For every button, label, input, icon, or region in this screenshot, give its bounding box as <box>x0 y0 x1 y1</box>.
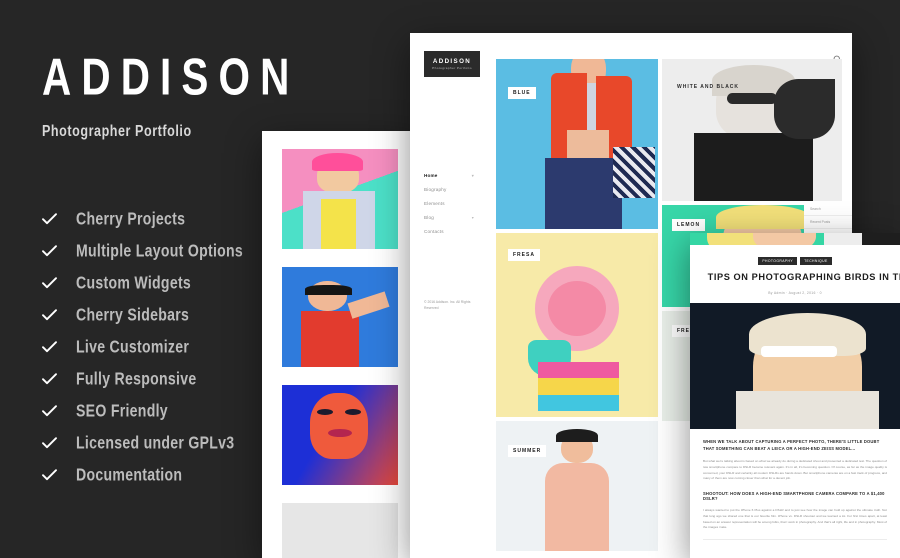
chevron-down-icon: ▾ <box>471 173 474 178</box>
feature-label: SEO Friendly <box>76 401 168 421</box>
blog-post-byline: By Admin · August 2, 2016 · 0 <box>768 290 822 295</box>
promo-banner: ADDISON Photographer Portfolio Cherry Pr… <box>0 0 900 558</box>
gallery-tag: FRESA <box>508 249 540 261</box>
promo-panel: ADDISON Photographer Portfolio Cherry Pr… <box>0 0 300 558</box>
category-badges: PHOTOGRAPHY TECHNIQUE <box>704 257 886 265</box>
divider <box>703 539 887 541</box>
portfolio-thumbnail[interactable] <box>282 149 398 249</box>
blog-subheading: SHOOTOUT: HOW DOES A HIGH-END SMARTPHONE… <box>703 491 885 502</box>
nav-item-biography[interactable]: Biography <box>424 187 474 192</box>
status-badge[interactable]: TECHNIQUE <box>800 257 832 265</box>
check-icon <box>42 245 64 257</box>
blog-lead-paragraph: WHEN WE TALK ABOUT CAPTURING A PERFECT P… <box>703 438 880 452</box>
gallery-tag: SUMMER <box>508 445 547 457</box>
feature-label: Licensed under GPLv3 <box>76 433 235 453</box>
widget-item[interactable]: Recent Posts <box>804 216 852 229</box>
check-icon <box>42 309 64 321</box>
page-subtitle: Photographer Portfolio <box>42 122 192 140</box>
check-icon <box>42 469 64 481</box>
feature-label: Multiple Layout Options <box>76 241 244 261</box>
blog-post-title: TIPS ON PHOTOGRAPHING BIRDS IN THE FLIGH… <box>707 272 900 283</box>
gallery-tag: WHITE AND BLACK <box>677 84 740 90</box>
nav-item-home[interactable]: Home ▾ <box>424 173 474 178</box>
widget-item[interactable]: Search <box>804 203 852 216</box>
gallery-tile[interactable]: WHITE AND BLACK <box>662 59 842 201</box>
nav-item-contacts[interactable]: Contacts <box>424 229 474 234</box>
blog-post-body: WHEN WE TALK ABOUT CAPTURING A PERFECT P… <box>690 429 900 541</box>
blog-paragraph: But what we're talking about is based on… <box>703 459 887 481</box>
feature-label: Live Customizer <box>76 337 190 357</box>
gallery-tile[interactable]: BLUE <box>496 59 658 229</box>
nav-item-blog[interactable]: Blog ▾ <box>424 215 474 220</box>
site-logo-tagline: Photographer Portfolio <box>432 66 472 70</box>
site-logo[interactable]: ADDISON Photographer Portfolio <box>424 51 480 77</box>
blog-header: PHOTOGRAPHY TECHNIQUE TIPS ON PHOTOGRAPH… <box>690 245 900 303</box>
blog-hero-strip <box>690 233 900 245</box>
blog-window-mockup[interactable]: PHOTOGRAPHY TECHNIQUE TIPS ON PHOTOGRAPH… <box>690 233 900 558</box>
feature-label: Fully Responsive <box>76 369 197 389</box>
feature-label: Documentation <box>76 465 183 485</box>
portfolio-thumbnail[interactable] <box>282 503 398 558</box>
chevron-down-icon: ▾ <box>471 215 474 220</box>
gallery-tag: LEMON <box>672 219 706 231</box>
check-icon <box>42 277 64 289</box>
blog-paragraph: I always wanted to put the iPhone 6 Plus… <box>703 508 887 530</box>
copyright-text: © 2016 Addison. Inc. All Rights Reserved <box>424 300 471 311</box>
portfolio-thumbnail[interactable] <box>282 267 398 367</box>
site-sidebar: ADDISON Photographer Portfolio Home ▾ Bi… <box>410 33 490 558</box>
nav-label: Biography <box>424 187 447 192</box>
gallery-tile[interactable]: SUMMER <box>496 421 658 551</box>
gallery-column-left: BLUE FRESA SUMMER <box>496 59 658 551</box>
feature-label: Cherry Sidebars <box>76 305 190 325</box>
check-icon <box>42 213 64 225</box>
feature-label: Cherry Projects <box>76 209 186 229</box>
rear-window-mockup[interactable] <box>262 131 418 558</box>
gallery-tile[interactable]: FRESA <box>496 233 658 417</box>
nav-label: Blog <box>424 215 434 220</box>
page-title: ADDISON <box>42 48 300 107</box>
nav-item-elements[interactable]: Elements <box>424 201 474 206</box>
main-navigation: Home ▾ Biography Elements Blog ▾ Contact <box>410 173 490 234</box>
check-icon <box>42 405 64 417</box>
gallery-tag: BLUE <box>508 87 536 99</box>
nav-label: Home <box>424 173 438 178</box>
check-icon <box>42 437 64 449</box>
nav-label: Elements <box>424 201 445 206</box>
blog-featured-image <box>690 302 900 429</box>
nav-label: Contacts <box>424 229 444 234</box>
portfolio-thumbnail[interactable] <box>282 385 398 485</box>
check-icon <box>42 373 64 385</box>
check-icon <box>42 341 64 353</box>
status-badge[interactable]: PHOTOGRAPHY <box>758 257 798 265</box>
feature-label: Custom Widgets <box>76 273 192 293</box>
site-logo-name: ADDISON <box>432 58 472 65</box>
